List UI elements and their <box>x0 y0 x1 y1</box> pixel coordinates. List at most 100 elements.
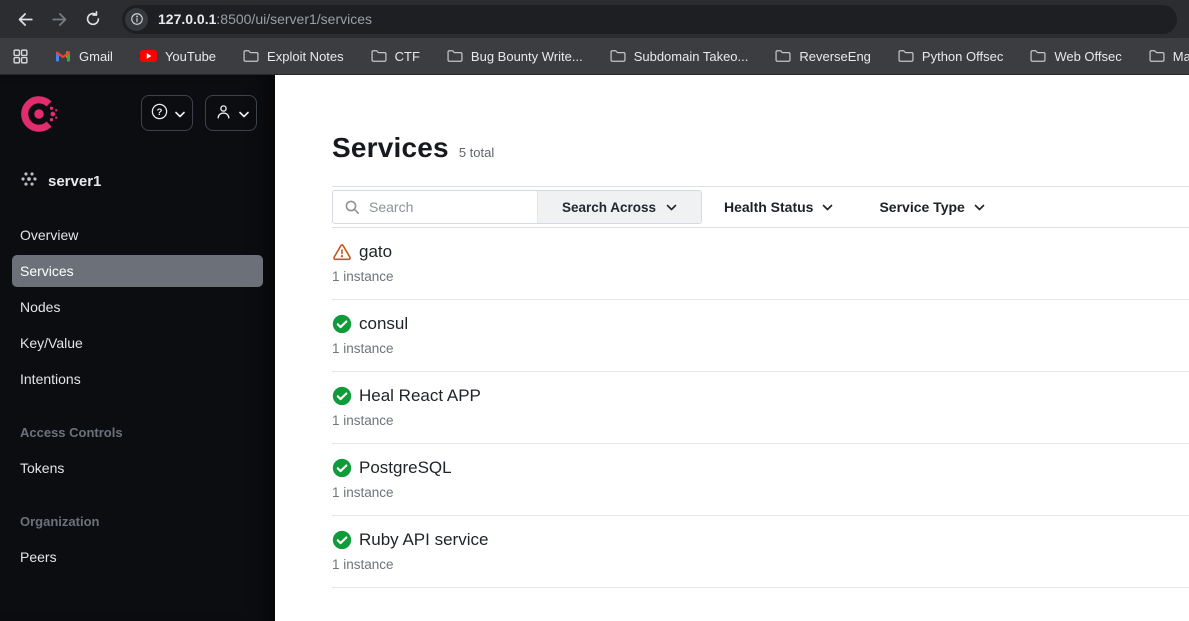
consul-logo-icon[interactable] <box>20 95 58 138</box>
bookmark-item[interactable]: Exploit Notes <box>243 49 344 64</box>
site-info-icon[interactable] <box>125 7 148 31</box>
service-instance-count: 1 instance <box>332 485 394 500</box>
search-group: Search Across <box>332 190 702 224</box>
folder-icon <box>447 49 463 63</box>
organization-list: Peers <box>0 541 275 573</box>
service-row[interactable]: Heal React APP 1 instance <box>332 372 1189 444</box>
apps-grid-icon[interactable] <box>12 45 29 67</box>
sidebar-item-peers[interactable]: Peers <box>12 541 263 573</box>
page-header: Services 5 total <box>332 132 1189 164</box>
section-title-access-controls: Access Controls <box>20 425 123 440</box>
service-name[interactable]: consul <box>359 314 408 334</box>
chevron-down-icon <box>974 204 985 210</box>
main-content: Services 5 total Search Across <box>275 75 1189 621</box>
sidebar-nav-label: Services <box>20 263 74 279</box>
chevron-down-icon <box>238 106 249 121</box>
youtube-icon <box>139 50 157 62</box>
service-row-top: Ruby API service <box>332 530 1189 550</box>
search-across-button[interactable]: Search Across <box>537 191 701 223</box>
bookmark-label: Bug Bounty Write... <box>470 48 583 64</box>
chevron-down-icon <box>666 204 677 210</box>
check-circle-icon <box>332 458 352 478</box>
bookmark-label: Subdomain Takeo... <box>633 48 749 64</box>
bookmark-item[interactable]: Python Offsec <box>898 49 1003 64</box>
bookmark-item[interactable]: Bug Bounty Write... <box>447 49 583 64</box>
filter-dropdown[interactable]: Health Status <box>724 199 833 215</box>
service-instance-count: 1 instance <box>332 413 394 428</box>
forward-icon[interactable] <box>46 6 72 32</box>
search-input[interactable] <box>333 191 537 223</box>
bookmark-label: Malware Research <box>1172 48 1189 64</box>
service-row[interactable]: PostgreSQL 1 instance <box>332 444 1189 516</box>
svg-text:?: ? <box>156 107 162 118</box>
bookmark-label: ReverseEng <box>799 48 871 64</box>
filter-dropdown-label: Service Type <box>879 199 965 215</box>
service-name[interactable]: gato <box>359 242 392 262</box>
service-name[interactable]: PostgreSQL <box>359 458 452 478</box>
bookmark-item[interactable]: Web Offsec <box>1030 48 1122 64</box>
sidebar-nav-label: Intentions <box>20 371 81 387</box>
sidebar-nav-item[interactable]: Nodes <box>12 291 263 323</box>
warning-icon <box>333 244 351 261</box>
folder-icon <box>1030 49 1046 63</box>
url-path: :8500/ui/server1/services <box>216 11 373 27</box>
back-icon[interactable] <box>12 6 38 32</box>
sidebar-nav-label: Overview <box>20 227 79 243</box>
sidebar-top: ? <box>0 75 275 138</box>
consul-app: ? server1 Overview Services Nodes Key/Va… <box>0 75 1189 621</box>
service-status-icon <box>332 242 352 262</box>
bookmark-item[interactable]: YouTube <box>139 49 216 64</box>
service-instance-count: 1 instance <box>332 269 394 284</box>
url-host: 127.0.0.1 <box>158 11 217 27</box>
check-circle-icon <box>332 530 352 550</box>
service-status-icon <box>332 530 352 550</box>
bookmarks-bar: Gmail YouTube Exploit Notes CTF Bug Boun… <box>0 38 1189 75</box>
bookmark-label: Web Offsec <box>1054 48 1122 64</box>
sidebar-nav-item[interactable]: Services <box>12 255 263 287</box>
service-name[interactable]: Heal React APP <box>359 386 481 406</box>
service-row-top: PostgreSQL <box>332 458 1189 478</box>
sidebar-nav-item[interactable]: Key/Value <box>12 327 263 359</box>
sidebar-nav-item[interactable]: Overview <box>12 219 263 251</box>
sidebar: ? server1 Overview Services Nodes Key/Va… <box>0 75 275 621</box>
service-row[interactable]: Ruby API service 1 instance <box>332 516 1189 588</box>
bookmark-label: Gmail <box>79 48 113 64</box>
help-menu-button[interactable]: ? <box>141 95 193 131</box>
datacenter-selector[interactable]: server1 <box>20 170 275 193</box>
folder-icon <box>775 49 791 63</box>
browser-toolbar: 127.0.0.1:8500/ui/server1/services <box>0 0 1189 38</box>
datacenter-icon <box>20 170 38 193</box>
folder-icon <box>243 49 259 63</box>
user-menu-button[interactable] <box>205 95 257 131</box>
sidebar-nav-label: Key/Value <box>20 335 83 351</box>
service-instance-count: 1 instance <box>332 341 394 356</box>
services-list: gato 1 instance consul 1 instance Heal R… <box>332 228 1189 588</box>
page-title: Services <box>332 132 449 163</box>
bookmark-item[interactable]: CTF <box>371 49 420 64</box>
folder-icon <box>610 49 626 63</box>
filter-dropdown-label: Health Status <box>724 199 814 215</box>
address-bar[interactable]: 127.0.0.1:8500/ui/server1/services <box>122 4 1177 34</box>
filter-bar: Search Across Health Status Service Type <box>332 186 1189 228</box>
bookmark-item[interactable]: Malware Research <box>1149 49 1189 64</box>
screen: 127.0.0.1:8500/ui/server1/services Gmail… <box>0 0 1189 621</box>
sidebar-item-tokens[interactable]: Tokens <box>12 452 263 484</box>
folder-icon <box>898 49 914 63</box>
filter-dropdown[interactable]: Service Type <box>879 199 985 215</box>
service-row-top: gato <box>332 242 1189 262</box>
service-row[interactable]: gato 1 instance <box>332 228 1189 300</box>
bookmark-item[interactable]: Subdomain Takeo... <box>610 48 749 64</box>
bookmark-item[interactable]: Gmail <box>55 49 113 64</box>
url-text: 127.0.0.1:8500/ui/server1/services <box>158 11 372 27</box>
user-icon <box>214 102 233 124</box>
service-row[interactable]: consul 1 instance <box>332 300 1189 372</box>
service-status-icon <box>332 386 352 406</box>
reload-icon[interactable] <box>80 6 106 32</box>
folder-icon <box>1149 49 1165 63</box>
sidebar-nav-item[interactable]: Intentions <box>12 363 263 395</box>
service-name[interactable]: Ruby API service <box>359 530 488 550</box>
bookmarks-list: Gmail YouTube Exploit Notes CTF Bug Boun… <box>55 49 1189 64</box>
bookmark-label: Python Offsec <box>921 48 1004 64</box>
check-circle-icon <box>332 386 352 406</box>
bookmark-item[interactable]: ReverseEng <box>775 49 871 64</box>
